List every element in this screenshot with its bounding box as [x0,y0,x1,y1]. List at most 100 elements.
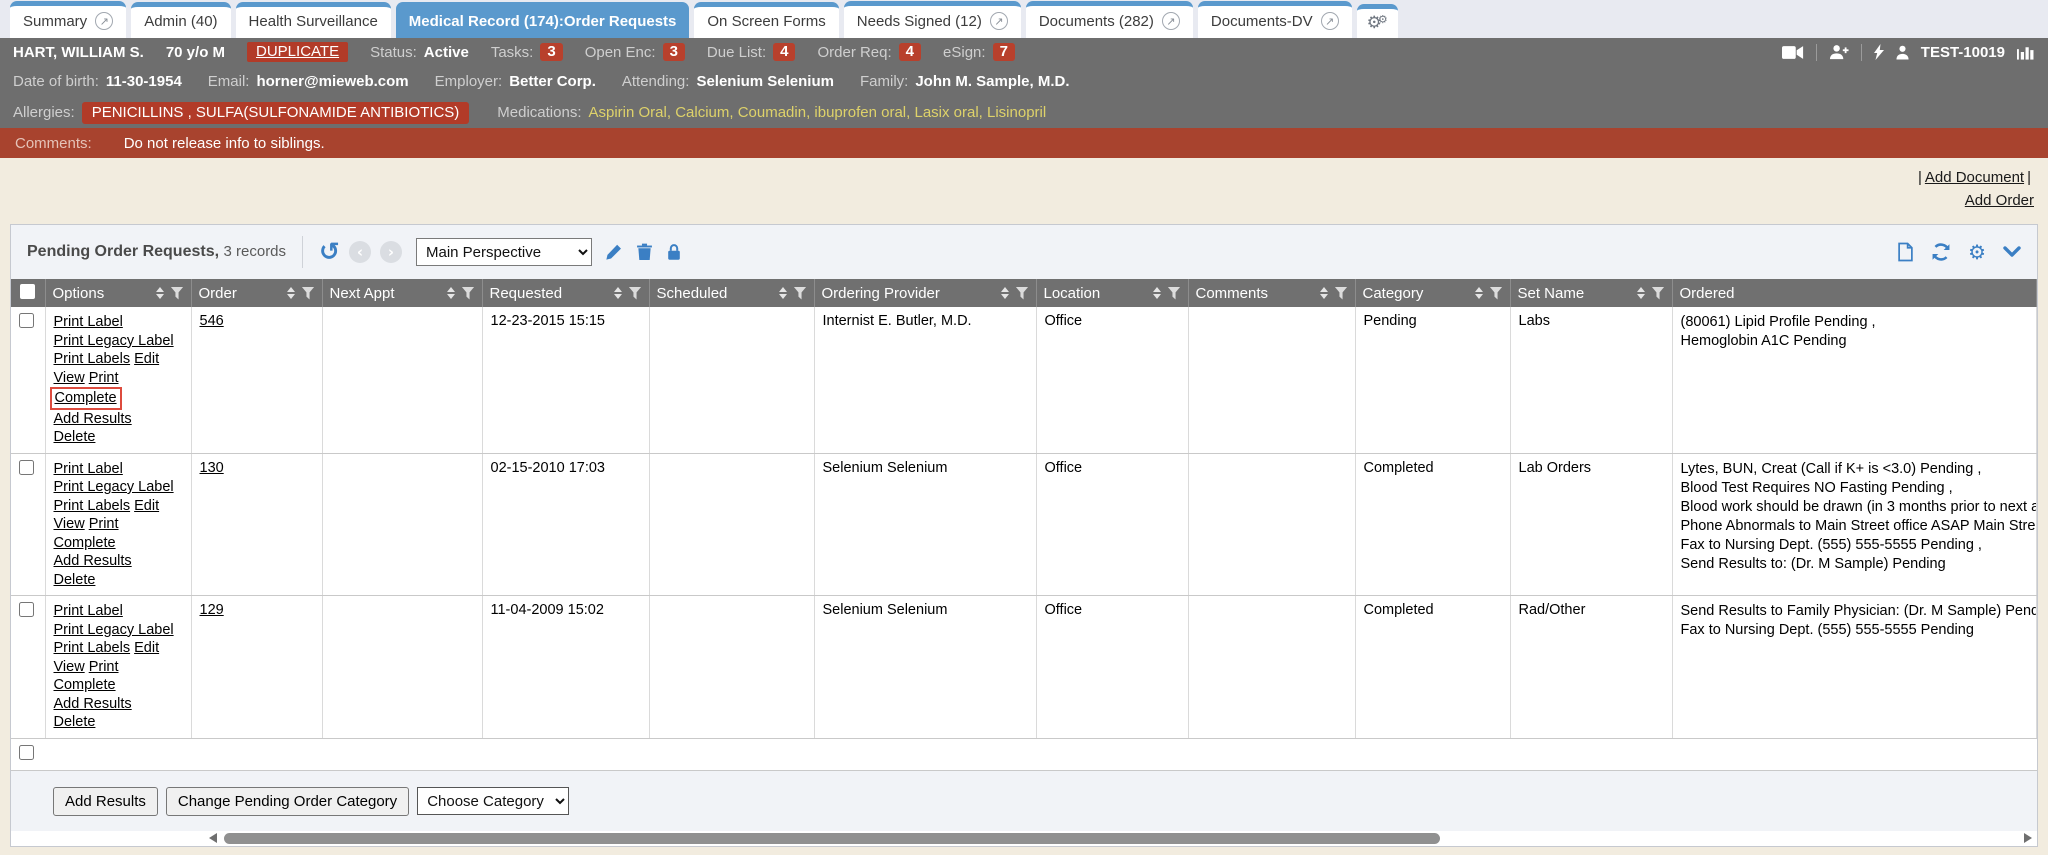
horizontal-scrollbar[interactable] [11,831,2037,846]
tab-documents[interactable]: Documents (282) ↗ [1026,1,1193,38]
edit-pencil-icon[interactable] [605,243,623,261]
view-link[interactable]: View [54,516,85,532]
print-legacy-label-link[interactable]: Print Legacy Label [54,479,174,495]
edit-link[interactable]: Edit [134,351,159,367]
filter-funnel-icon[interactable] [1652,287,1665,300]
chart-bars-icon[interactable] [2017,44,2035,60]
row-checkbox[interactable] [19,745,34,760]
print-link[interactable]: Print [89,659,119,675]
filter-funnel-icon[interactable] [171,287,184,300]
popout-icon[interactable]: ↗ [1321,12,1339,30]
next-icon[interactable]: › [380,241,402,263]
due-list-count-badge[interactable]: 4 [773,43,795,61]
print-labels-link[interactable]: Print Labels [54,640,131,656]
edit-link[interactable]: Edit [134,640,159,656]
edit-link[interactable]: Edit [134,498,159,514]
filter-funnel-icon[interactable] [302,287,315,300]
select-all-checkbox[interactable] [20,284,35,299]
filter-funnel-icon[interactable] [462,287,475,300]
tab-summary[interactable]: Summary ↗ [10,1,126,38]
order-number-link[interactable]: 130 [200,460,224,476]
complete-link[interactable]: Complete [54,677,116,693]
add-results-link[interactable]: Add Results [54,411,132,427]
add-document-link[interactable]: Add Document [1925,169,2024,186]
popout-icon[interactable]: ↗ [95,12,113,30]
filter-funnel-icon[interactable] [1016,287,1029,300]
filter-funnel-icon[interactable] [794,287,807,300]
tab-health-surveillance[interactable]: Health Surveillance [236,2,391,38]
sort-icon[interactable] [1153,287,1161,299]
sort-icon[interactable] [156,287,164,299]
medications-list[interactable]: Aspirin Oral, Calcium, Coumadin, ibuprof… [589,104,1047,121]
scroll-left-arrow[interactable] [209,833,217,843]
person-icon[interactable] [1896,45,1909,60]
prev-icon[interactable]: ‹ [349,241,371,263]
print-link[interactable]: Print [89,516,119,532]
tab-documents-dv[interactable]: Documents-DV ↗ [1198,1,1352,38]
settings-gear-icon[interactable]: ⚙ [1968,243,1986,261]
print-legacy-label-link[interactable]: Print Legacy Label [54,333,174,349]
scroll-right-arrow[interactable] [2024,833,2032,843]
sort-icon[interactable] [447,287,455,299]
sort-icon[interactable] [1320,287,1328,299]
scrollbar-thumb[interactable] [224,833,1440,844]
sort-icon[interactable] [1001,287,1009,299]
filter-funnel-icon[interactable] [1335,287,1348,300]
video-camera-icon[interactable] [1782,45,1804,60]
add-order-link[interactable]: Add Order [1965,192,2034,209]
row-checkbox[interactable] [19,313,34,328]
sort-icon[interactable] [287,287,295,299]
order-number-link[interactable]: 129 [200,602,224,618]
tasks-count-badge[interactable]: 3 [540,43,562,61]
open-enc-count-badge[interactable]: 3 [663,43,685,61]
print-labels-link[interactable]: Print Labels [54,351,131,367]
print-label-link[interactable]: Print Label [54,461,123,477]
choose-category-select[interactable]: Choose Category [417,787,569,815]
print-labels-link[interactable]: Print Labels [54,498,131,514]
tab-needs-signed[interactable]: Needs Signed (12) ↗ [844,1,1021,38]
lock-icon[interactable] [666,243,682,261]
add-results-link[interactable]: Add Results [54,696,132,712]
undo-icon[interactable]: ↺ [319,242,340,262]
sort-icon[interactable] [1475,287,1483,299]
sort-icon[interactable] [1637,287,1645,299]
change-pending-order-category-button[interactable]: Change Pending Order Category [166,787,409,816]
delete-link[interactable]: Delete [54,572,96,588]
tab-medical-record-order-requests[interactable]: Medical Record (174):Order Requests [396,2,690,38]
print-legacy-label-link[interactable]: Print Legacy Label [54,622,174,638]
tab-on-screen-forms[interactable]: On Screen Forms [694,2,838,38]
filter-funnel-icon[interactable] [1490,287,1503,300]
delete-trash-icon[interactable] [636,243,653,261]
allergies-badge[interactable]: PENICILLINS , SULFA(SULFONAMIDE ANTIBIOT… [82,102,470,124]
print-label-link[interactable]: Print Label [54,603,123,619]
complete-link[interactable]: Complete [55,390,117,406]
refresh-icon[interactable] [1931,243,1951,261]
order-number-link[interactable]: 546 [200,313,224,329]
view-link[interactable]: View [54,659,85,675]
popout-icon[interactable]: ↗ [990,12,1008,30]
print-label-link[interactable]: Print Label [54,314,123,330]
delete-link[interactable]: Delete [54,429,96,445]
add-results-button[interactable]: Add Results [53,787,158,816]
tab-settings-gears[interactable]: ⚙⚙ [1357,4,1398,38]
popout-icon[interactable]: ↗ [1162,12,1180,30]
filter-funnel-icon[interactable] [1168,287,1181,300]
new-document-icon[interactable] [1897,242,1914,262]
view-link[interactable]: View [54,370,85,386]
row-checkbox[interactable] [19,602,34,617]
tab-admin[interactable]: Admin (40) [131,2,230,38]
delete-link[interactable]: Delete [54,714,96,730]
complete-link[interactable]: Complete [54,535,116,551]
duplicate-badge[interactable]: DUPLICATE [247,42,348,62]
collapse-chevron-icon[interactable] [2003,246,2021,258]
esign-count-badge[interactable]: 7 [993,43,1015,61]
filter-funnel-icon[interactable] [629,287,642,300]
print-link[interactable]: Print [89,370,119,386]
row-checkbox[interactable] [19,460,34,475]
sort-icon[interactable] [779,287,787,299]
order-req-count-badge[interactable]: 4 [899,43,921,61]
add-results-link[interactable]: Add Results [54,553,132,569]
add-person-icon[interactable] [1829,44,1849,60]
lightning-icon[interactable] [1874,44,1884,60]
sort-icon[interactable] [614,287,622,299]
